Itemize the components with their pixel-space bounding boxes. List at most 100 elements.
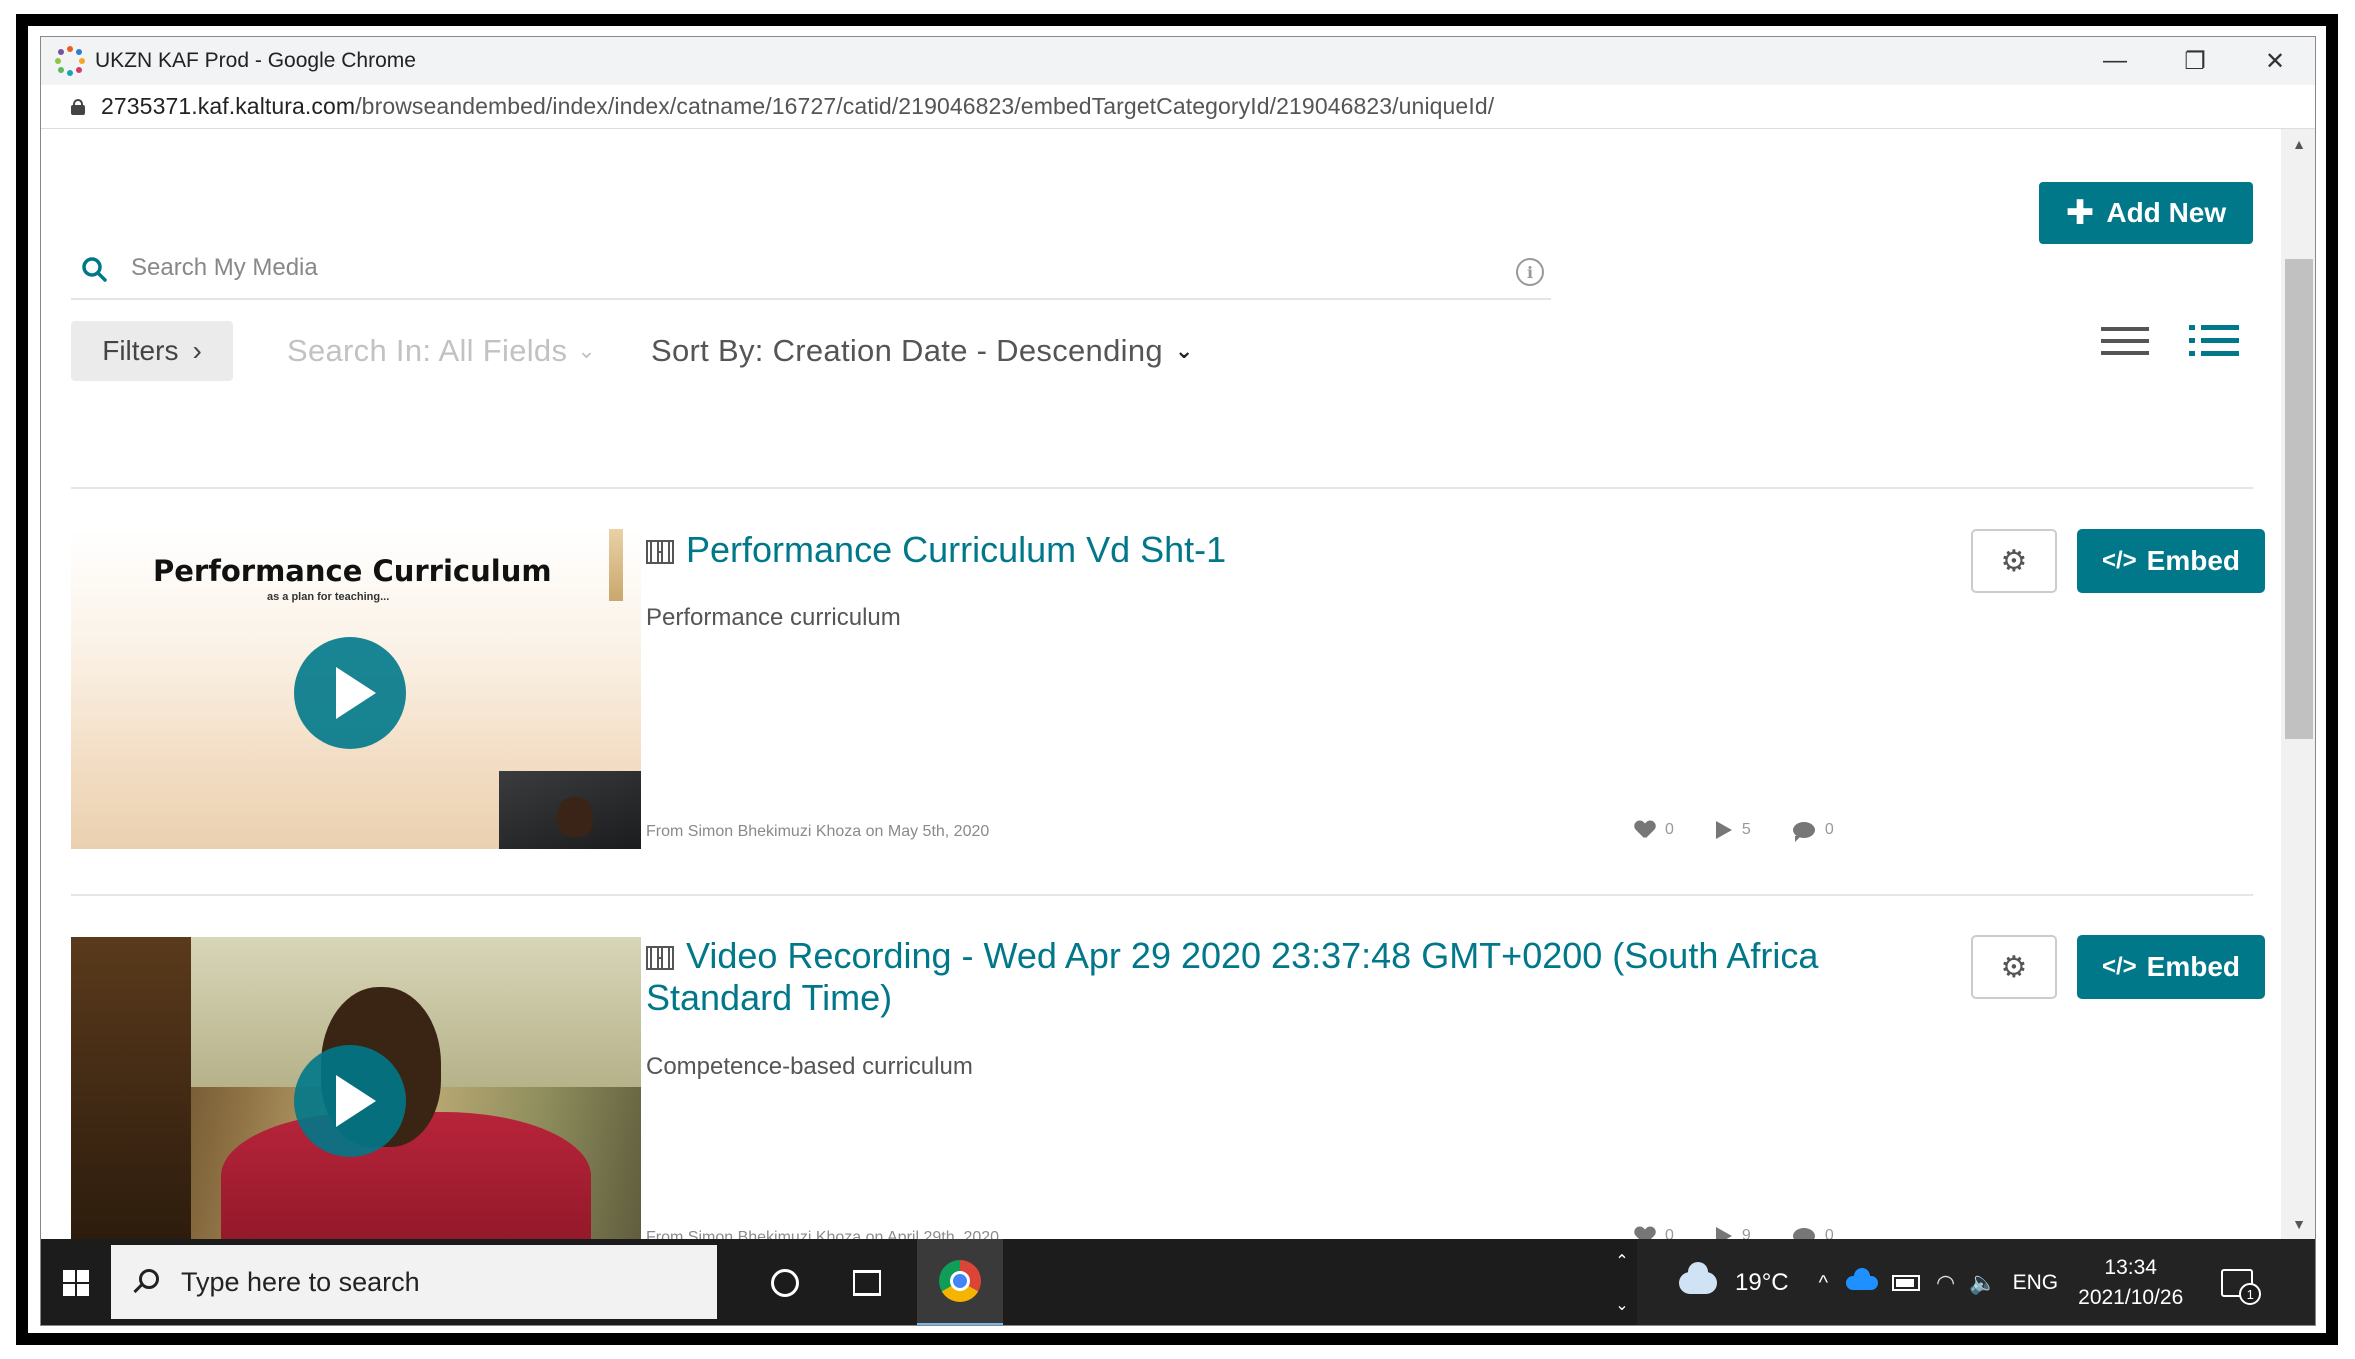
close-button[interactable]: ✕ (2235, 37, 2315, 85)
lock-icon[interactable] (71, 98, 85, 115)
entry-title-link[interactable]: Video Recording - Wed Apr 29 2020 23:37:… (646, 935, 1846, 1019)
comments-count: 0 (1824, 821, 1834, 838)
taskbar-scroll[interactable]: ⌃ ⌄ (1607, 1239, 1637, 1325)
clock-time: 13:34 (2104, 1256, 2157, 1279)
divider (71, 487, 2253, 489)
windows-taskbar: Type here to search ⌃ ⌄ 19°C ^ ◠ 🔈 ENG 1… (41, 1239, 2315, 1325)
entry-stats: 0 9 0 (1635, 1227, 1834, 1239)
heart-icon (1635, 821, 1655, 839)
windows-logo-icon (63, 1270, 89, 1296)
start-button[interactable] (41, 1239, 111, 1325)
task-view-button[interactable] (837, 1239, 897, 1325)
chrome-icon (939, 1260, 981, 1302)
entry-title: Performance Curriculum Vd Sht-1 (686, 529, 1227, 570)
list-view-icon[interactable] (2101, 321, 2151, 361)
embed-button[interactable]: </> Embed (2077, 529, 2265, 593)
search-icon (82, 257, 107, 282)
play-count-icon (1715, 1227, 1732, 1239)
search-icon (133, 1269, 159, 1295)
gear-icon: ⚙ (2000, 950, 2028, 984)
add-new-button[interactable]: ✚ Add New (2039, 182, 2253, 244)
clock-date: 2021/10/26 (2078, 1286, 2184, 1309)
filters-label: Filters (102, 335, 179, 366)
add-new-label: Add New (2106, 197, 2227, 228)
weather-cloud-icon[interactable] (1679, 1262, 1717, 1294)
entry-title-link[interactable]: Performance Curriculum Vd Sht-1 (646, 529, 1226, 571)
embed-button[interactable]: </> Embed (2077, 935, 2265, 999)
scrollbar-thumb[interactable] (2285, 259, 2313, 739)
detailed-view-icon[interactable] (2189, 321, 2239, 361)
scroll-up-arrow-icon[interactable]: ▲ (2281, 129, 2315, 159)
entry-meta: From Simon Bhekimuzi Khoza on April 29th… (646, 1229, 1000, 1239)
entry-description: Performance curriculum (646, 604, 901, 631)
embed-label: Embed (2146, 951, 2241, 982)
plays-stat: 9 (1715, 1227, 1751, 1239)
cortana-button[interactable] (755, 1239, 815, 1325)
likes-stat: 0 (1635, 1227, 1674, 1239)
likes-count: 0 (1665, 1227, 1674, 1239)
weather-temperature[interactable]: 19°C (1735, 1269, 1789, 1297)
onedrive-icon[interactable] (1846, 1268, 1879, 1290)
chevron-down-icon[interactable]: ⌄ (1615, 1295, 1628, 1315)
system-tray: 19°C ^ ◠ 🔈 ENG 13:34 2021/10/26 1 (1637, 1239, 2315, 1325)
embed-label: Embed (2146, 545, 2241, 576)
search-in-dropdown[interactable]: Search In: All Fields ⌄ (287, 333, 596, 369)
gear-icon: ⚙ (2000, 544, 2028, 578)
plus-icon: ✚ (2065, 194, 2095, 232)
chrome-taskbar-button[interactable] (917, 1239, 1003, 1325)
thumbnail-subtitle: as a plan for teaching... (267, 591, 390, 603)
speaker-icon[interactable]: 🔈 (1969, 1270, 1996, 1296)
entry-settings-button[interactable]: ⚙ (1971, 935, 2057, 999)
entry-title: Video Recording - Wed Apr 29 2020 23:37:… (646, 935, 1819, 1018)
comments-stat: 0 (1792, 821, 1834, 842)
entry-description: Competence-based curriculum (646, 1053, 973, 1080)
url-path: /browseandembed/index/index/catname/1672… (355, 93, 1495, 119)
entry-thumbnail[interactable]: Performance Curriculum as a plan for tea… (71, 529, 641, 849)
restore-button[interactable]: ❐ (2155, 37, 2235, 85)
page-content: ✚ Add New i Filters › Search In: All Fie… (41, 129, 2281, 1239)
notification-center-icon[interactable]: 1 (2221, 1269, 2262, 1305)
chevron-up-icon[interactable]: ⌃ (1615, 1251, 1628, 1271)
window-controls: — ❐ ✕ (2075, 37, 2315, 85)
heart-icon (1635, 1227, 1655, 1239)
task-view-icon (853, 1270, 881, 1296)
play-icon[interactable] (294, 637, 406, 749)
screenshot-frame: UKZN KAF Prod - Google Chrome — ❐ ✕ 2735… (0, 0, 2355, 1359)
wifi-icon[interactable]: ◠ (1936, 1270, 1955, 1296)
plays-stat: 5 (1715, 821, 1751, 839)
show-hidden-icons-icon[interactable]: ^ (1819, 1272, 1828, 1295)
filters-button[interactable]: Filters › (71, 321, 233, 381)
language-indicator[interactable]: ENG (2013, 1271, 2059, 1295)
comments-count: 0 (1824, 1227, 1834, 1239)
play-icon[interactable] (294, 1045, 406, 1157)
likes-stat: 0 (1635, 821, 1674, 839)
info-icon[interactable]: i (1516, 258, 1544, 286)
sort-by-dropdown[interactable]: Sort By: Creation Date - Descending ⌄ (651, 333, 1194, 369)
chevron-down-icon: ⌄ (577, 338, 596, 363)
entry-settings-button[interactable]: ⚙ (1971, 529, 2057, 593)
browser-window: UKZN KAF Prod - Google Chrome — ❐ ✕ 2735… (40, 36, 2316, 1326)
thumbnail-decoration (609, 529, 623, 601)
code-icon: </> (2101, 547, 2137, 574)
divider (71, 894, 2253, 896)
search-in-label: Search In: All Fields (287, 333, 568, 368)
page-scrollbar[interactable]: ▲ ▼ (2281, 129, 2315, 1239)
thumbnail-title: Performance Curriculum (153, 554, 552, 588)
battery-icon[interactable] (1892, 1275, 1921, 1291)
comment-icon (1792, 822, 1815, 842)
minimize-button[interactable]: — (2075, 37, 2155, 85)
comment-icon (1792, 1228, 1815, 1239)
taskbar-search-box[interactable]: Type here to search (111, 1245, 717, 1319)
url-text[interactable]: 2735371.kaf.kaltura.com/browseandembed/i… (101, 93, 1494, 120)
notification-badge: 1 (2239, 1283, 2262, 1305)
clock[interactable]: 13:34 2021/10/26 (2078, 1253, 2183, 1313)
entry-thumbnail[interactable] (71, 937, 641, 1239)
address-bar[interactable]: 2735371.kaf.kaltura.com/browseandembed/i… (41, 85, 2315, 129)
code-icon: </> (2101, 953, 2137, 980)
plays-count: 5 (1741, 821, 1751, 838)
search-input[interactable] (131, 250, 1431, 286)
scroll-down-arrow-icon[interactable]: ▼ (2281, 1209, 2315, 1239)
play-count-icon (1715, 821, 1732, 839)
taskbar-search-text: Type here to search (181, 1266, 420, 1297)
chevron-right-icon: › (192, 335, 202, 366)
